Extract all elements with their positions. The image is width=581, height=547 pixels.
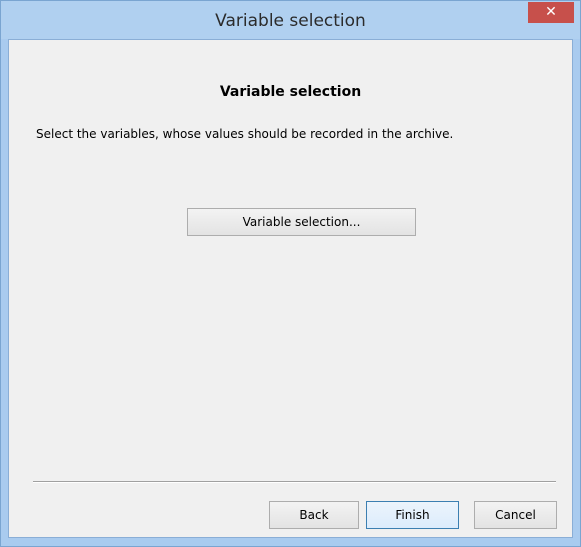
close-icon[interactable]: ✕ (528, 2, 574, 23)
dialog-window: Variable selection ✕ Variable selection … (0, 0, 581, 547)
dialog-content: Variable selection Select the variables,… (8, 39, 573, 538)
cancel-button[interactable]: Cancel (474, 501, 557, 529)
footer-divider (33, 481, 556, 483)
variable-selection-button[interactable]: Variable selection... (187, 208, 416, 236)
title-bar[interactable]: Variable selection ✕ (1, 1, 580, 39)
back-button[interactable]: Back (269, 501, 359, 529)
page-heading: Variable selection (219, 84, 362, 100)
window-title: Variable selection (215, 11, 366, 31)
page-description: Select the variables, whose values shoul… (36, 127, 454, 141)
finish-button[interactable]: Finish (366, 501, 459, 529)
